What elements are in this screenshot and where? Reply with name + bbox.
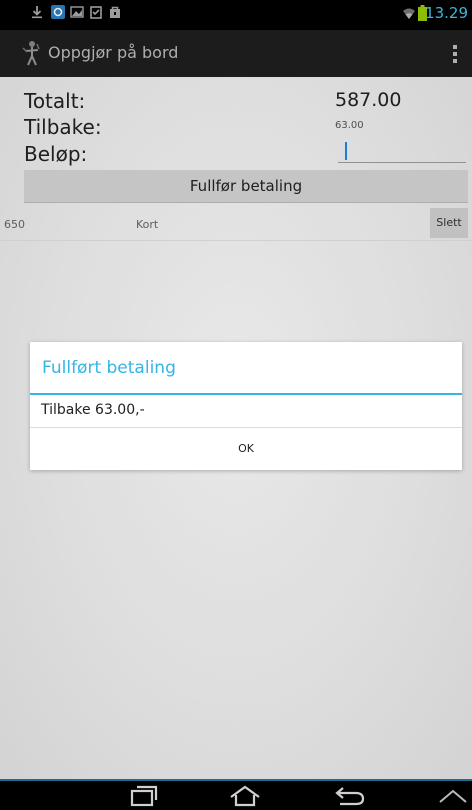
dialog-message: Tilbake 63.00,- — [41, 402, 145, 418]
dialog-ok-button[interactable]: OK — [30, 428, 462, 470]
chevron-up-icon[interactable] — [438, 788, 468, 804]
payment-complete-dialog: Fullført betaling Tilbake 63.00,- OK — [30, 342, 462, 470]
back-icon[interactable] — [334, 785, 366, 807]
recent-apps-icon[interactable] — [130, 785, 158, 807]
dialog-title-divider — [30, 393, 462, 395]
dialog-title: Fullført betaling — [42, 358, 176, 378]
navigation-bar — [0, 779, 472, 810]
home-icon[interactable] — [228, 785, 262, 807]
